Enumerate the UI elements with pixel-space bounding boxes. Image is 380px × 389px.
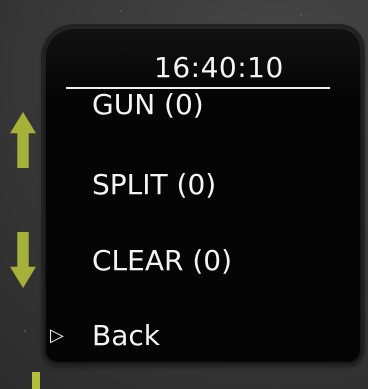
housing-texture (300, 14, 302, 16)
menu-item-clear[interactable]: CLEAR (0) (92, 245, 232, 277)
back-menu-item[interactable]: ▷ Back (50, 320, 160, 352)
arrow-down-icon[interactable] (10, 232, 36, 288)
triangle-right-outline-icon: ▷ (50, 325, 64, 346)
housing-texture (24, 330, 26, 332)
side-marker (32, 372, 40, 389)
housing-texture (120, 10, 122, 12)
clock-time: 16:40:10 (154, 51, 284, 84)
device-housing: 16:40:10 GUN (0) SPLIT (0) CLEAR (0) ▷ B… (0, 0, 368, 389)
arrow-up-icon[interactable] (10, 112, 36, 168)
back-label: Back (92, 319, 160, 352)
display-screen: 16:40:10 GUN (0) SPLIT (0) CLEAR (0) ▷ B… (44, 27, 362, 364)
menu-item-split[interactable]: SPLIT (0) (92, 169, 216, 201)
menu-item-gun[interactable]: GUN (0) (92, 89, 204, 121)
